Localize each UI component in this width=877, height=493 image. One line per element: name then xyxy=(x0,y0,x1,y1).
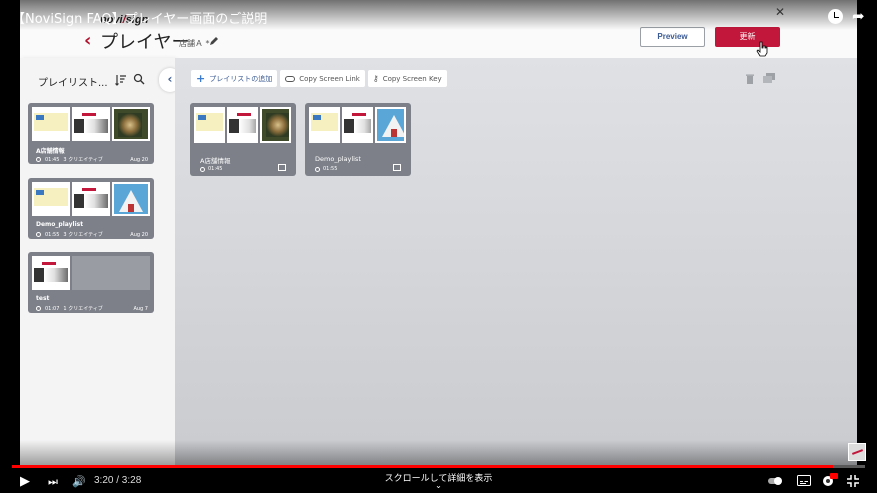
settings-hd-icon[interactable] xyxy=(822,473,838,487)
watch-later-icon[interactable] xyxy=(828,9,843,24)
duplicate-icon[interactable] xyxy=(763,73,775,83)
thumbnail xyxy=(72,107,110,141)
playlist-meta: 01:45 xyxy=(200,166,222,172)
store-name-label: 店舗Ａ * xyxy=(179,39,210,48)
thumbnail xyxy=(32,107,70,141)
playlist-duration: 01:45 xyxy=(45,156,60,163)
thumbnail xyxy=(227,107,258,143)
toolbar: + プレイリストの追加 Copy Screen Link ⚷ Copy Scre… xyxy=(191,70,447,87)
playlist-name: Demo_playlist xyxy=(315,155,361,163)
autoplay-toggle-icon[interactable] xyxy=(768,475,784,487)
pencil-icon[interactable] xyxy=(209,36,219,46)
close-icon[interactable]: ✕ xyxy=(775,5,785,19)
thumbnail-strip xyxy=(32,182,150,216)
thumbnail xyxy=(375,107,406,143)
playlist-name: A店舗情報 xyxy=(36,148,65,155)
copy-screen-key-label: Copy Screen Key xyxy=(382,74,442,83)
playlist-duration: 01:55 xyxy=(45,231,60,238)
search-icon[interactable] xyxy=(133,73,145,85)
assigned-playlist-card[interactable]: Demo_playlist 01:55 xyxy=(305,103,411,176)
playlist-meta: 01:55 3 クリエイティブ Aug 20 xyxy=(36,231,148,238)
update-button[interactable]: 更新 xyxy=(715,27,780,47)
plus-icon: + xyxy=(196,72,206,85)
playlist-creative-count: 1 クリエイティブ xyxy=(63,306,103,312)
thumbnail-strip xyxy=(194,107,292,143)
copy-screen-key-button[interactable]: ⚷ Copy Screen Key xyxy=(367,70,447,87)
end-screen-thumbnail[interactable] xyxy=(848,443,866,461)
clock-icon xyxy=(36,306,41,311)
playlist-sidebar: プレイリスト... ‹ A店舗情報 01:45 3 クリエイティブ Aug 20 xyxy=(20,58,181,465)
playlist-card[interactable]: test 01:07 1 クリエイティブ Aug 7 xyxy=(28,252,154,313)
playlist-card[interactable]: Demo_playlist 01:55 3 クリエイティブ Aug 20 xyxy=(28,178,154,239)
sort-icon[interactable] xyxy=(115,74,127,86)
back-arrow-icon[interactable]: ‹ xyxy=(84,30,91,51)
thumbnail xyxy=(309,107,340,143)
video-title[interactable]: 【NoviSign FAQ】プレイヤー画面のご説明 xyxy=(12,8,267,27)
thumbnail-strip xyxy=(309,107,407,143)
add-playlist-button[interactable]: + プレイリストの追加 xyxy=(191,70,278,87)
share-icon[interactable]: ➦ xyxy=(852,7,865,25)
clock-icon xyxy=(36,232,41,237)
playlist-duration: 01:45 xyxy=(208,166,223,172)
preview-button[interactable]: Preview xyxy=(640,27,705,47)
playlist-card[interactable]: A店舗情報 01:45 3 クリエイティブ Aug 20 xyxy=(28,103,154,164)
clock-icon xyxy=(200,166,205,172)
thumbnail xyxy=(112,107,150,141)
playlist-date: Aug 7 xyxy=(133,305,148,312)
video-frame: novi/sign ‹ プレイヤー 店舗Ａ * Preview 更新 プレイリス… xyxy=(20,0,857,465)
thumbnail xyxy=(32,182,70,216)
thumbnail-strip xyxy=(32,256,150,290)
playlist-meta: 01:55 xyxy=(315,166,337,172)
key-icon: ⚷ xyxy=(372,74,379,83)
thumbnail xyxy=(112,182,150,216)
thumbnail xyxy=(342,107,373,143)
playlist-meta: 01:07 1 クリエイティブ Aug 7 xyxy=(36,305,148,312)
thumbnail xyxy=(194,107,225,143)
link-icon xyxy=(285,75,296,82)
playlist-name: test xyxy=(36,295,50,302)
schedule-icon[interactable] xyxy=(393,164,401,171)
playlist-date: Aug 20 xyxy=(130,156,148,163)
schedule-icon[interactable] xyxy=(278,164,286,171)
thumbnail xyxy=(260,107,291,143)
thumbnail-strip xyxy=(32,107,150,141)
playlist-creative-count: 3 クリエイティブ xyxy=(63,232,103,238)
sidebar-title: プレイリスト... xyxy=(38,78,108,89)
copy-screen-link-label: Copy Screen Link xyxy=(299,74,360,83)
clock-icon xyxy=(315,166,320,172)
thumbnail xyxy=(32,256,70,290)
playlist-name: Demo_playlist xyxy=(36,221,84,228)
playlist-duration: 01:55 xyxy=(323,166,338,172)
copy-screen-link-button[interactable]: Copy Screen Link xyxy=(280,70,365,87)
assigned-playlist-card[interactable]: A店舗情報 01:45 xyxy=(190,103,296,176)
chevron-down-icon[interactable]: ⌄ xyxy=(0,481,877,490)
progress-bar[interactable] xyxy=(12,465,865,468)
playlist-meta: 01:45 3 クリエイティブ Aug 20 xyxy=(36,156,148,163)
trash-icon[interactable] xyxy=(746,74,754,84)
add-playlist-label: プレイリストの追加 xyxy=(209,74,273,83)
thumbnail-placeholder xyxy=(72,256,150,290)
thumbnail xyxy=(72,182,110,216)
subtitles-icon[interactable] xyxy=(797,475,811,486)
progress-bar-fill xyxy=(12,465,833,468)
clock-icon xyxy=(36,157,41,162)
page-title: プレイヤー xyxy=(100,32,190,53)
hand-cursor-icon xyxy=(756,41,768,57)
playlist-creative-count: 3 クリエイティブ xyxy=(63,157,103,163)
exit-fullscreen-icon[interactable] xyxy=(847,475,859,487)
playlist-name: A店舗情報 xyxy=(200,157,231,165)
assigned-playlists-area: + プレイリストの追加 Copy Screen Link ⚷ Copy Scre… xyxy=(175,58,857,465)
playlist-date: Aug 20 xyxy=(130,231,148,238)
playlist-duration: 01:07 xyxy=(45,305,60,312)
